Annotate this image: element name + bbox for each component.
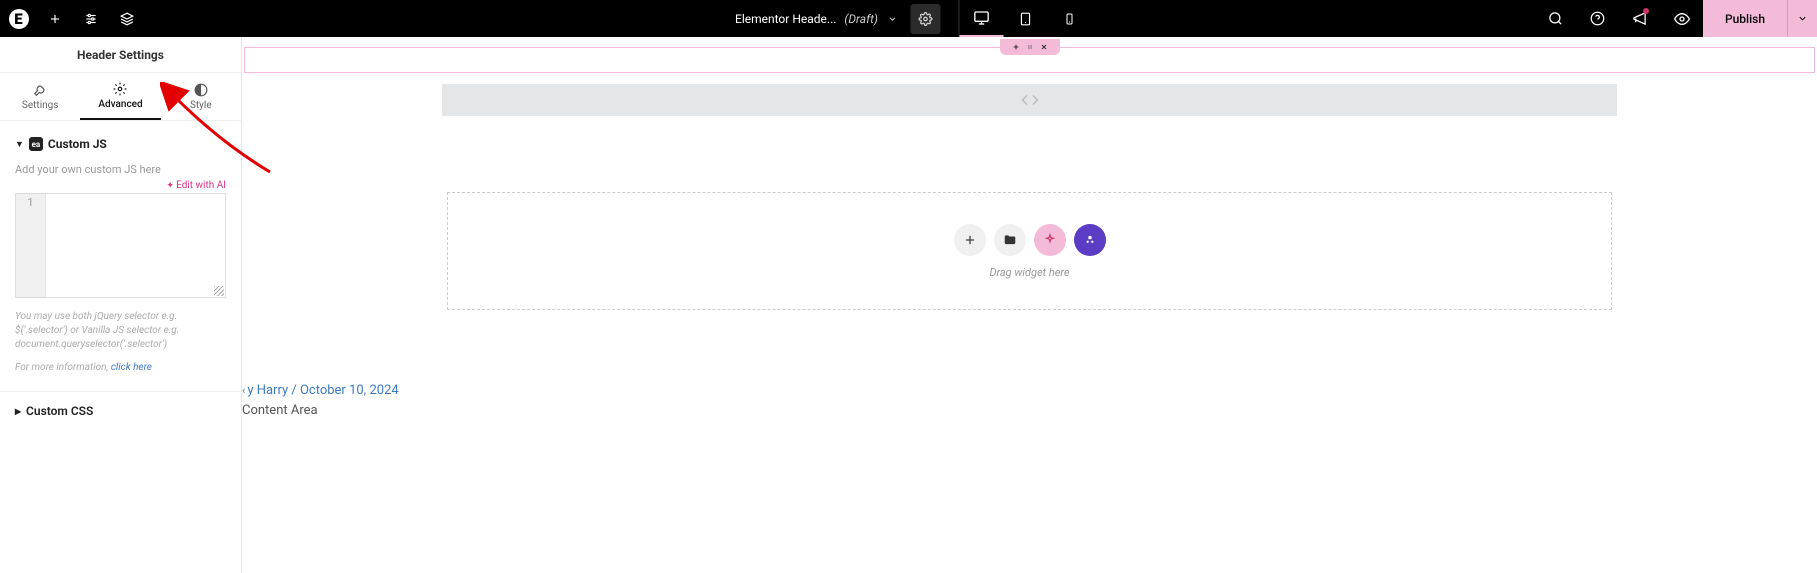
custom-js-hint: You may use both jQuery selector e.g. $(… xyxy=(15,310,226,352)
notification-dot xyxy=(1643,8,1649,14)
click-here-link[interactable]: click here xyxy=(111,362,152,373)
tab-advanced-label: Advanced xyxy=(98,99,142,110)
tab-settings-label: Settings xyxy=(22,100,59,111)
custom-js-help-text: Add your own custom JS here xyxy=(15,163,226,176)
topbar-right: Publish xyxy=(1535,0,1817,37)
ea-blocks-button[interactable] xyxy=(1074,224,1106,256)
structure-button[interactable] xyxy=(109,0,145,37)
device-tablet-button[interactable] xyxy=(1004,0,1048,37)
sparkle-icon xyxy=(1043,233,1057,247)
custom-js-more-info: For more information, click here xyxy=(15,362,226,373)
contrast-icon xyxy=(194,83,208,97)
search-icon xyxy=(1548,11,1563,26)
template-library-button[interactable] xyxy=(994,224,1026,256)
ai-generate-button[interactable] xyxy=(1034,224,1066,256)
tab-style[interactable]: Style xyxy=(161,73,241,120)
eye-icon xyxy=(1674,11,1690,27)
finder-search-button[interactable] xyxy=(1535,0,1577,37)
drag-dots-icon[interactable] xyxy=(1026,43,1034,51)
sidebar-tabs: Settings Advanced Style xyxy=(0,73,241,121)
chevron-left-icon: ‹ xyxy=(242,384,245,397)
doc-name: Elementor Heade... xyxy=(735,12,836,26)
editor-canvas: Drag widget here ‹y Harry / October 10, … xyxy=(242,37,1817,573)
folder-icon xyxy=(1003,233,1017,247)
publish-button[interactable]: Publish xyxy=(1703,0,1787,37)
tab-style-label: Style xyxy=(190,100,212,111)
close-icon[interactable] xyxy=(1040,43,1048,51)
gear-icon xyxy=(113,82,127,96)
site-settings-button[interactable] xyxy=(73,0,109,37)
help-icon xyxy=(1590,11,1605,26)
panel-body: ▼ ea Custom JS Add your own custom JS he… xyxy=(0,121,241,573)
wrench-icon xyxy=(33,83,47,97)
device-desktop-button[interactable] xyxy=(960,0,1004,37)
tab-settings[interactable]: Settings xyxy=(0,73,80,120)
chevron-down-icon xyxy=(1797,13,1808,24)
author-link[interactable]: Harry xyxy=(257,383,288,398)
preview-button[interactable] xyxy=(1661,0,1703,37)
device-mobile-button[interactable] xyxy=(1048,0,1092,37)
add-element-button[interactable] xyxy=(37,0,73,37)
section-custom-js-label: Custom JS xyxy=(48,137,107,151)
add-widget-button[interactable] xyxy=(954,224,986,256)
drop-buttons xyxy=(954,224,1106,256)
topbar-center: Elementor Heade... (Draft) xyxy=(725,0,1092,37)
section-custom-js-header[interactable]: ▼ ea Custom JS xyxy=(15,131,226,157)
document-title[interactable]: Elementor Heade... (Draft) xyxy=(725,12,908,26)
page-settings-button[interactable] xyxy=(911,4,941,34)
caret-down-icon: ▼ xyxy=(15,139,24,150)
section-handle[interactable] xyxy=(1000,39,1060,55)
help-button[interactable] xyxy=(1577,0,1619,37)
post-meta-line: ‹y Harry / October 10, 2024 xyxy=(242,383,399,398)
empty-container-dropzone[interactable]: Drag widget here xyxy=(447,192,1612,310)
plus-icon[interactable] xyxy=(1012,43,1020,51)
drag-widget-text: Drag widget here xyxy=(989,266,1069,279)
topbar-left: E xyxy=(0,0,145,37)
section-custom-css-header[interactable]: ▸ Custom CSS xyxy=(15,404,226,418)
topbar: E Elementor Heade... (Draft) xyxy=(0,0,1817,37)
content-area-label: Content Area xyxy=(242,403,318,418)
section-custom-css-label: Custom CSS xyxy=(26,404,93,418)
doc-status: (Draft) xyxy=(844,12,878,26)
responsive-device-group xyxy=(959,0,1092,37)
code-icon xyxy=(1021,91,1039,109)
whats-new-button[interactable] xyxy=(1619,0,1661,37)
resize-handle[interactable] xyxy=(214,286,224,296)
sidebar-header: Header Settings xyxy=(0,37,241,73)
elementor-logo[interactable]: E xyxy=(0,0,37,37)
editor-gutter: 1 xyxy=(16,194,46,297)
plus-icon xyxy=(963,233,977,247)
publish-options-button[interactable] xyxy=(1787,0,1817,37)
date-link[interactable]: October 10, 2024 xyxy=(300,383,399,398)
tab-advanced[interactable]: Advanced xyxy=(80,73,160,120)
custom-js-editor[interactable]: 1 xyxy=(15,193,226,298)
caret-right-icon: ▸ xyxy=(15,404,21,418)
html-widget-placeholder[interactable] xyxy=(442,84,1617,116)
edit-with-ai-link[interactable]: Edit with AI xyxy=(15,180,226,191)
publish-label: Publish xyxy=(1725,12,1765,26)
blocks-icon xyxy=(1083,233,1097,247)
sidebar-panel: Header Settings Settings Advanced Style … xyxy=(0,37,242,573)
editor-input[interactable] xyxy=(46,194,225,297)
ea-badge-icon: ea xyxy=(29,137,43,151)
sidebar-title: Header Settings xyxy=(77,48,164,62)
chevron-down-icon xyxy=(888,14,898,24)
